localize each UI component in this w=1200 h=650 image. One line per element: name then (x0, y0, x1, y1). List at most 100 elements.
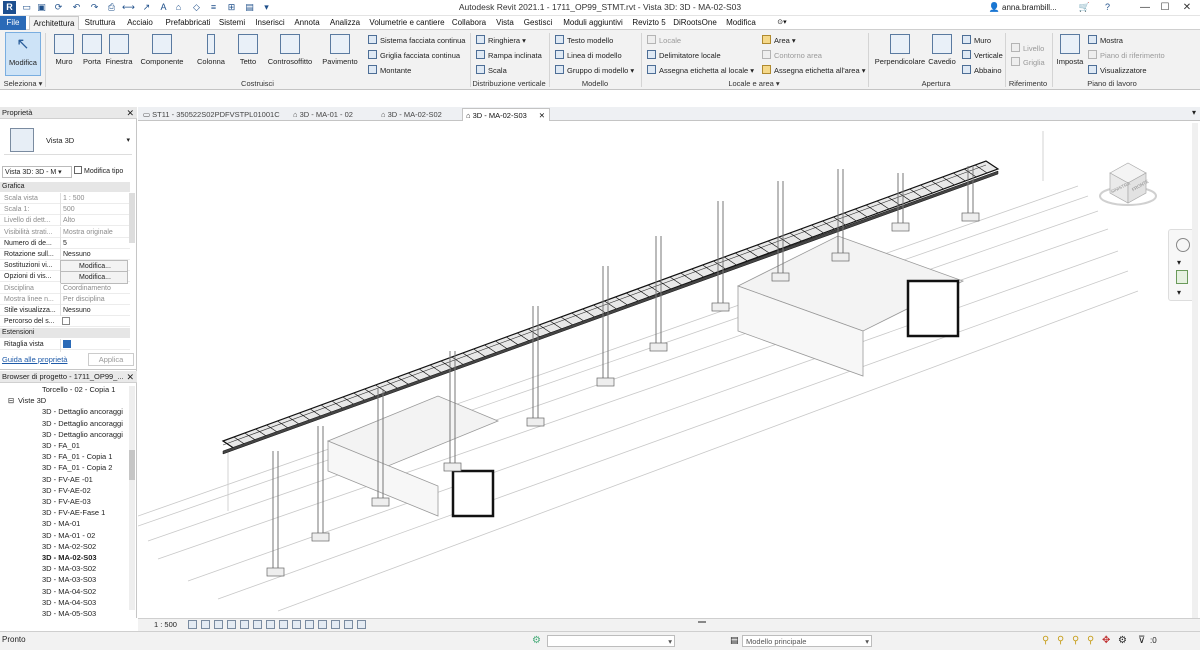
worksets-icon[interactable]: ⚙ (532, 635, 541, 646)
sun-path-icon[interactable] (214, 620, 223, 629)
properties-help-link[interactable]: Guida alle proprietà (2, 355, 67, 364)
group-estensioni[interactable]: Estensioni (0, 328, 130, 338)
tree-item[interactable]: 3D - MA-05-S03 (42, 608, 96, 619)
seleziona-label[interactable]: Seleziona ▾ (2, 79, 44, 88)
tree-item[interactable]: Torcello - 02 - Copia 1 (42, 384, 115, 395)
colonna-button[interactable]: Colonna (194, 32, 228, 76)
porta-button[interactable]: Porta (80, 32, 104, 76)
reveal-hidden-icon[interactable] (305, 620, 314, 629)
tab-ma-02-s03[interactable]: ⌂ 3D - MA-02-S03 ✕ (462, 108, 550, 121)
griglia-facciata-button[interactable]: Griglia facciata continua (368, 50, 460, 62)
tab-gestisci[interactable]: Gestisci (522, 16, 554, 30)
apertura-muro-button[interactable]: Muro (962, 35, 991, 47)
close-button[interactable]: ✕ (1172, 0, 1200, 16)
prop-row[interactable]: Scala 1: 500 (0, 204, 130, 216)
shadows-icon[interactable] (227, 620, 236, 629)
locale-area-label[interactable]: Locale e area ▾ (641, 79, 867, 88)
tab-ma-01-02[interactable]: ⌂ 3D - MA-01 - 02 (290, 108, 376, 121)
detail-level-icon[interactable] (188, 620, 197, 629)
prop-row[interactable]: Stile visualizza... Nessuno (0, 305, 130, 316)
tree-item[interactable]: 3D - FV-AE-02 (42, 485, 91, 496)
tab-revizto[interactable]: Revizto 5 (631, 16, 667, 30)
ribbon-options-icon[interactable]: ⊙▾ (772, 16, 792, 30)
tab-dirootsone[interactable]: DiRootsOne (672, 16, 718, 30)
instance-selector[interactable]: Vista 3D: 3D - M ▾ (2, 166, 72, 178)
tab-inserisci[interactable]: Inserisci (252, 16, 288, 30)
tree-item[interactable]: 3D - MA-02-S02 (42, 541, 96, 552)
highlight-icon[interactable] (344, 620, 353, 629)
livello-button[interactable]: Livello (1011, 43, 1044, 55)
tree-item[interactable]: 3D - Dettaglio ancoraggi (42, 418, 123, 429)
controsoffitto-button[interactable]: Controsoffitto (264, 32, 316, 76)
tab-moduli[interactable]: Moduli aggiuntivi (559, 16, 627, 30)
background-process-icon[interactable]: ⚙ (1118, 635, 1127, 646)
prop-row[interactable]: Rotazione sull... Nessuno (0, 249, 130, 260)
analytical-icon[interactable] (331, 620, 340, 629)
tree-item[interactable]: 3D - MA-02-S03 (42, 552, 97, 563)
tab-ma-02-s02[interactable]: ⌂ 3D - MA-02-S02 (378, 108, 462, 121)
percorso-checkbox[interactable] (62, 317, 70, 326)
griglia-button[interactable]: Griglia (1011, 57, 1045, 69)
drawing-canvas[interactable]: SINISTRA FRONTE ▾ ▾ (137, 121, 1200, 618)
tab-file[interactable]: File (0, 16, 26, 30)
show-crop-icon[interactable] (266, 620, 275, 629)
workset-combo[interactable]: ▾ (547, 635, 675, 647)
help-icon[interactable]: ? (1101, 1, 1114, 14)
type-selector[interactable]: Vista 3D ▾ (4, 125, 132, 155)
properties-scrollbar[interactable] (129, 193, 135, 243)
rampa-button[interactable]: Rampa inclinata (476, 50, 542, 62)
prop-row[interactable]: Numero di de... 5 (0, 237, 130, 249)
mostra-button[interactable]: Mostra (1088, 35, 1123, 47)
cavedio-button[interactable]: Cavedio (928, 32, 956, 76)
tab-struttura[interactable]: Struttura (82, 16, 118, 30)
filter-icon[interactable]: ⊽ (1138, 635, 1145, 646)
tree-item[interactable]: 3D - Dettaglio ancoraggi (42, 406, 123, 417)
select-links-icon[interactable]: ⚲ (1042, 635, 1049, 646)
tree-item[interactable]: 3D - Dettaglio ancoraggi (42, 429, 123, 440)
montante-button[interactable]: Montante (368, 65, 411, 77)
horizontal-scroll-grip[interactable] (698, 621, 706, 623)
tree-item[interactable]: 3D - FA_01 - Copia 1 (42, 451, 112, 462)
prop-row[interactable]: Mostra linee n... Per disciplina (0, 293, 130, 305)
area-button[interactable]: Area ▾ (762, 35, 796, 47)
user-name[interactable]: anna.brambill... (1002, 3, 1057, 12)
tab-vista[interactable]: Vista (493, 16, 517, 30)
tree-item[interactable]: 3D - FV-AE-Fase 1 (42, 507, 105, 518)
tree-item[interactable]: 3D - MA-01 - 02 (42, 530, 95, 541)
temp-hide-icon[interactable] (292, 620, 301, 629)
tab-acciaio[interactable]: Acciaio (122, 16, 158, 30)
etichetta-area-button[interactable]: Assegna etichetta all'area ▾ (762, 65, 866, 77)
collapse-icon[interactable]: ⊟ (8, 395, 14, 406)
tree-folder-viste-3d[interactable]: Viste 3D (18, 395, 46, 406)
etichetta-locale-button[interactable]: Assegna etichetta al locale ▾ (647, 65, 754, 77)
tab-sistemi[interactable]: Sistemi (217, 16, 247, 30)
design-options-icon[interactable]: ▤ (730, 635, 739, 646)
imposta-button[interactable]: Imposta (1055, 32, 1085, 76)
group-grafica[interactable]: Grafica (0, 182, 130, 192)
edit-type-button[interactable]: Modifica tipo (74, 166, 134, 178)
contorno-area-button[interactable]: Contorno area (762, 50, 822, 62)
pavimento-button[interactable]: Pavimento (320, 32, 360, 76)
constraints-icon[interactable] (357, 620, 366, 629)
tab-analizza[interactable]: Analizza (328, 16, 362, 30)
prop-row[interactable]: Visibilità strati... Mostra originale (0, 226, 130, 238)
locale-button[interactable]: Locale (647, 35, 681, 47)
vertical-scrollbar[interactable] (1192, 123, 1198, 618)
tree-item[interactable]: 3D - MA-03-S03 (42, 574, 96, 585)
zoom-arrow-icon[interactable]: ▾ (1177, 258, 1181, 267)
modifica-button[interactable]: ↖ Modifica (5, 32, 41, 76)
prop-row[interactable]: Scala vista 1 : 500 (0, 193, 130, 204)
drag-elements-icon[interactable]: ✥ (1102, 635, 1110, 646)
tree-item[interactable]: 3D - MA-04-S03 (42, 597, 96, 608)
tree-item[interactable]: 3D - MA-03-S02 (42, 563, 96, 574)
tab-architettura[interactable]: Architettura (29, 16, 79, 30)
perpendicolare-button[interactable]: Perpendicolare (872, 32, 928, 76)
ritaglia-checkbox[interactable] (60, 339, 128, 352)
render-icon[interactable] (240, 620, 249, 629)
tab-prefabbricati[interactable]: Prefabbricati (162, 16, 214, 30)
zoom-menu-icon[interactable]: ▾ (1177, 288, 1181, 297)
prop-row[interactable]: Opzioni di vis... Modifica... (0, 271, 130, 285)
close-icon[interactable]: ✕ (126, 107, 134, 119)
tab-st11[interactable]: ▭ ST11 - 350522S02PDFVSTPL01001C (140, 108, 288, 121)
tab-volumetrie[interactable]: Volumetrie e cantiere (367, 16, 447, 30)
